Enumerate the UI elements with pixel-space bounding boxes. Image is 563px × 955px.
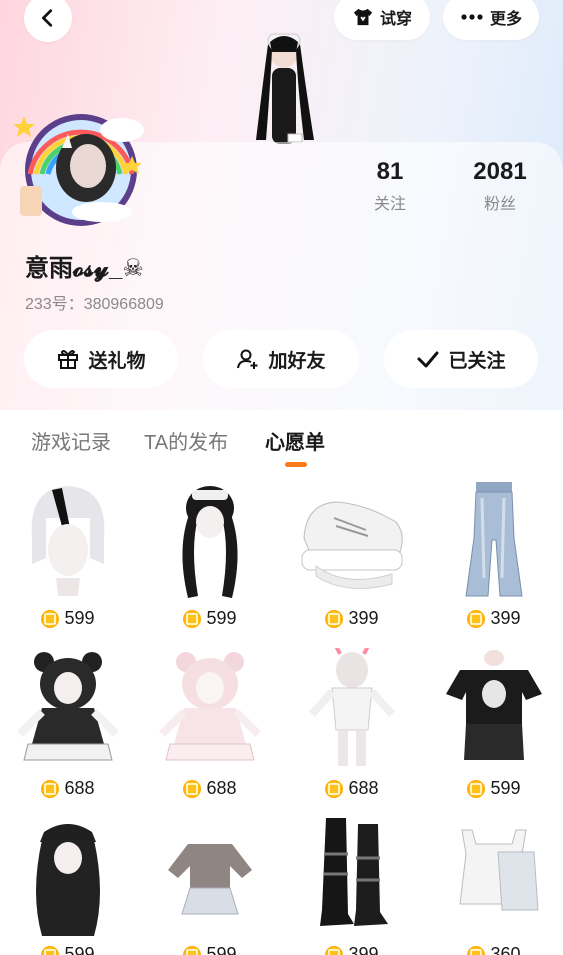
bodysuit-image xyxy=(309,648,395,766)
tab-active-indicator xyxy=(285,462,307,467)
ellipsis-icon xyxy=(461,14,483,20)
send-gift-button[interactable]: 送礼物 xyxy=(24,330,178,388)
coin-icon xyxy=(41,945,60,955)
add-friend-button[interactable]: 加好友 xyxy=(203,330,359,388)
coin-icon xyxy=(467,945,486,955)
send-gift-label: 送礼物 xyxy=(88,350,146,372)
coin-icon xyxy=(183,945,202,955)
wishlist-item[interactable]: 599 xyxy=(144,814,276,955)
nickname: 意雨𝓸𝓼𝔂_☠ xyxy=(25,255,144,282)
price-value: 360 xyxy=(490,944,521,955)
price-value: 399 xyxy=(490,608,521,628)
coin-icon xyxy=(325,609,344,628)
chevron-left-icon xyxy=(42,9,53,27)
price-value: 599 xyxy=(64,608,95,628)
follow-count-label: 关注 xyxy=(373,196,406,213)
profile-tabs: 游戏记录 TA的发布 心愿单 xyxy=(0,410,563,472)
price-tag: 688 xyxy=(144,778,276,799)
price-value: 599 xyxy=(206,608,237,628)
try-on-button[interactable]: 试穿 xyxy=(334,0,430,40)
more-button[interactable]: 更多 xyxy=(443,0,539,40)
coin-icon xyxy=(183,609,202,628)
wishlist-item[interactable]: 688 xyxy=(286,648,418,808)
check-icon xyxy=(417,351,439,368)
wishlist-item[interactable]: 599 xyxy=(2,478,134,638)
gift-icon xyxy=(58,350,79,369)
wishlist-item[interactable]: 688 xyxy=(2,648,134,808)
followed-button[interactable]: 已关注 xyxy=(384,330,538,388)
price-value: 688 xyxy=(206,778,237,798)
wishlist-item[interactable]: 599 xyxy=(428,648,560,808)
more-label: 更多 xyxy=(489,11,522,28)
wishlist-item[interactable]: 399 xyxy=(286,814,418,955)
wig-image xyxy=(182,486,238,598)
price-value: 399 xyxy=(348,944,379,955)
fans-count-value: 2081 xyxy=(473,158,527,185)
follow-count-value: 81 xyxy=(376,158,404,185)
wishlist-item[interactable]: 688 xyxy=(144,648,276,808)
price-tag: 599 xyxy=(144,608,276,629)
coin-icon xyxy=(467,609,486,628)
price-tag: 688 xyxy=(286,778,418,799)
jeans-image xyxy=(465,482,523,597)
price-value: 599 xyxy=(64,944,95,955)
fans-count[interactable]: 2081 粉丝 xyxy=(464,158,536,214)
wishlist-item[interactable]: 599 xyxy=(2,814,134,955)
shirt-icon xyxy=(353,8,373,26)
coin-icon xyxy=(41,779,60,798)
wishlist-item[interactable]: 399 xyxy=(286,478,418,638)
tab-game-records[interactable]: 游戏记录 xyxy=(31,426,111,455)
camisole-image xyxy=(459,829,539,911)
tab-posts[interactable]: TA的发布 xyxy=(144,426,228,455)
coin-icon xyxy=(325,779,344,798)
coin-icon xyxy=(467,779,486,798)
user-id: 233号：380966809 xyxy=(25,296,164,313)
avatar-3d-figure xyxy=(256,33,314,144)
wishlist-item[interactable]: 399 xyxy=(428,478,560,638)
boots-image xyxy=(320,818,388,926)
followed-label: 已关注 xyxy=(448,350,506,372)
price-value: 688 xyxy=(348,778,379,798)
add-user-icon xyxy=(237,349,258,369)
price-tag: 399 xyxy=(286,944,418,955)
avatar[interactable] xyxy=(12,104,150,234)
wishlist-item[interactable]: 599 xyxy=(144,478,276,638)
price-value: 399 xyxy=(348,608,379,628)
tab-wishlist[interactable]: 心愿单 xyxy=(265,426,325,455)
wig-image xyxy=(31,486,105,596)
outfit-image xyxy=(168,844,252,915)
price-value: 599 xyxy=(206,944,237,955)
price-tag: 599 xyxy=(2,944,134,955)
follow-count[interactable]: 81 关注 xyxy=(360,158,420,214)
price-tag: 360 xyxy=(428,944,560,955)
fans-count-label: 粉丝 xyxy=(483,196,516,213)
outfit-image xyxy=(17,652,119,761)
outfit-image xyxy=(159,652,261,761)
top-image xyxy=(446,650,542,760)
wishlist-item[interactable]: 360 xyxy=(428,814,560,955)
coin-icon xyxy=(183,779,202,798)
price-tag: 688 xyxy=(2,778,134,799)
price-tag: 599 xyxy=(428,778,560,799)
price-tag: 399 xyxy=(428,608,560,629)
price-value: 599 xyxy=(490,778,521,798)
coin-icon xyxy=(325,945,344,955)
wig-image xyxy=(36,824,100,936)
price-tag: 399 xyxy=(286,608,418,629)
price-value: 688 xyxy=(64,778,95,798)
price-tag: 599 xyxy=(2,608,134,629)
coin-icon xyxy=(41,609,60,628)
add-friend-label: 加好友 xyxy=(268,350,326,372)
sneakers-image xyxy=(301,501,403,589)
price-tag: 599 xyxy=(144,944,276,955)
try-on-label: 试穿 xyxy=(379,11,412,28)
